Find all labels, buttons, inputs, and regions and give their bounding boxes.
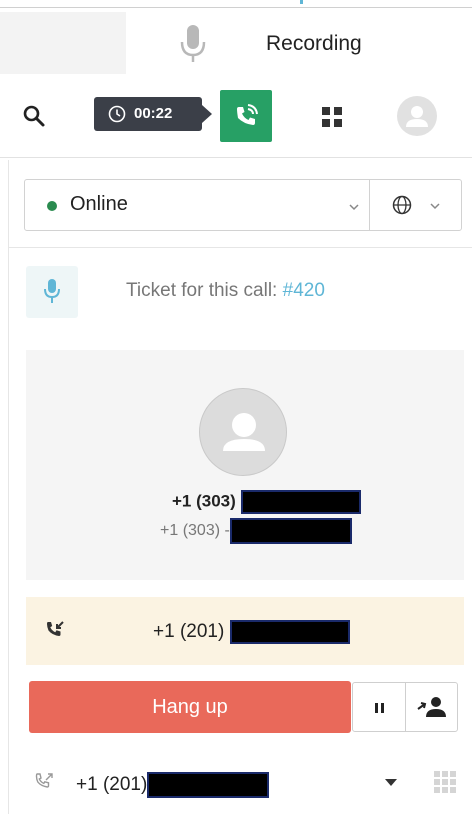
hang-up-button[interactable]: Hang up [29,681,351,733]
status-value: Online [70,193,128,215]
clock-icon [108,105,126,123]
contact-primary-number-text: +1 (303) [172,491,236,511]
incoming-number: +1 (201) [153,620,350,644]
call-panel: Online Ticket for this call: #420 +1 (30… [8,160,472,814]
window-top-edge [0,0,472,8]
microphone-icon [180,25,206,62]
user-avatar-icon[interactable] [397,96,437,136]
outbound-number[interactable]: +1 (201) [76,772,270,798]
tab-indicator [300,0,303,4]
incoming-call-icon [47,621,64,636]
caret-down-icon[interactable] [385,779,397,786]
recording-label: Recording [266,32,362,55]
ticket-prefix: Ticket for this call: [126,280,283,301]
contact-card: +1 (303) +1 (303) - [26,350,464,580]
ticket-link[interactable]: #420 [283,280,325,301]
status-selector[interactable]: Online [24,179,462,231]
call-timer: 00:22 [94,97,212,131]
contact-secondary-number-text: +1 (303) - [160,522,230,540]
redaction-box [240,490,361,514]
globe-icon[interactable] [391,194,413,216]
divider [9,247,472,248]
phone-ringing-icon [237,104,258,125]
contact-avatar-icon [199,388,287,476]
microphone-icon [44,279,60,303]
transfer-user-icon[interactable] [417,695,447,719]
call-toolbar: 00:22 [0,82,472,158]
controls-divider [405,683,406,731]
redaction-box [229,518,352,544]
contact-secondary-number: +1 (303) - [160,518,352,544]
recording-bar-left-area [0,12,126,74]
outgoing-call-icon [35,773,53,788]
ticket-info: Ticket for this call: #420 [126,280,325,302]
redaction-box [229,620,350,644]
apps-grid-icon[interactable] [321,106,343,128]
outbound-number-text: +1 (201) [76,774,148,796]
status-dot [47,201,57,211]
chevron-down-icon [349,204,359,211]
status-divider [369,180,370,230]
incoming-number-text: +1 (201) [153,621,225,643]
chevron-down-icon [430,203,440,210]
pause-icon[interactable] [373,701,387,715]
redaction-box [147,772,270,798]
ticket-microphone-button[interactable] [26,266,78,318]
timer-pointer [202,105,212,123]
call-timer-value: 00:22 [134,105,173,122]
dialpad-icon[interactable] [433,770,457,794]
call-controls [352,682,458,732]
outbound-line-row: +1 (201) [26,764,464,804]
search-icon[interactable] [22,104,46,128]
recording-bar: Recording [0,12,472,74]
contact-primary-number: +1 (303) [172,490,361,514]
incoming-call-row[interactable]: +1 (201) [26,597,464,665]
active-call-button[interactable] [220,90,272,142]
